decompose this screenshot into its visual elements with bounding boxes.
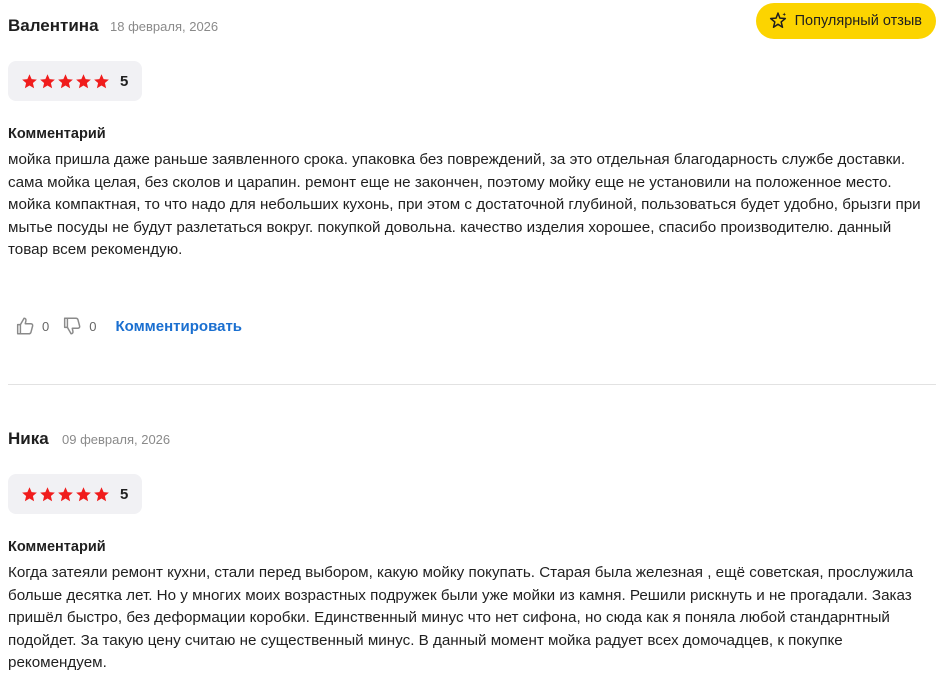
- rating-box: 5: [8, 474, 142, 514]
- comment-label: Комментарий: [8, 539, 106, 555]
- review-date: 18 февраля, 2026: [110, 19, 219, 34]
- star-icon: [40, 73, 55, 88]
- thumbs-up-icon[interactable]: [14, 315, 36, 337]
- review-author: Ника: [8, 429, 49, 448]
- review-author: Валентина: [8, 16, 99, 35]
- comment-text: Когда затеяли ремонт кухни, стали перед …: [8, 564, 914, 671]
- rating-stars: [21, 486, 110, 503]
- divider: [8, 384, 936, 385]
- rating-stars: [21, 73, 110, 90]
- review-actions: 0 0 Комментировать: [14, 313, 242, 339]
- comment-action-link[interactable]: Комментировать: [115, 318, 242, 335]
- review-card: Ника 09 февраля, 2026 5 Комментарий Когд…: [8, 413, 936, 671]
- star-icon: [22, 73, 37, 88]
- star-icon: [76, 73, 91, 88]
- star-icon: [94, 73, 109, 88]
- thumbs-down-icon[interactable]: [61, 315, 83, 337]
- likes-count: 0: [42, 318, 50, 334]
- review-card: Валентина 18 февраля, 2026 Популярный от…: [8, 0, 936, 385]
- comment-label: Комментарий: [8, 126, 106, 142]
- review-date: 09 февраля, 2026: [62, 432, 171, 447]
- review-header: Валентина 18 февраля, 2026 Популярный от…: [8, 0, 936, 52]
- rating-value: 5: [120, 485, 129, 503]
- star-icon: [58, 486, 73, 501]
- star-icon: [22, 486, 37, 501]
- dislikes-count: 0: [89, 318, 97, 334]
- rating-box: 5: [8, 61, 142, 101]
- comment-text: мойка пришла даже раньше заявленного сро…: [8, 151, 921, 258]
- popular-review-label: Популярный отзыв: [794, 13, 922, 29]
- popular-review-badge: Популярный отзыв: [755, 3, 936, 39]
- star-icon: [40, 486, 55, 501]
- rating-value: 5: [120, 72, 129, 90]
- review-header: Ника 09 февраля, 2026: [8, 413, 936, 465]
- star-icon: [94, 486, 109, 501]
- star-icon: [76, 486, 91, 501]
- star-icon: [58, 73, 73, 88]
- sparkle-star-icon: [768, 11, 788, 31]
